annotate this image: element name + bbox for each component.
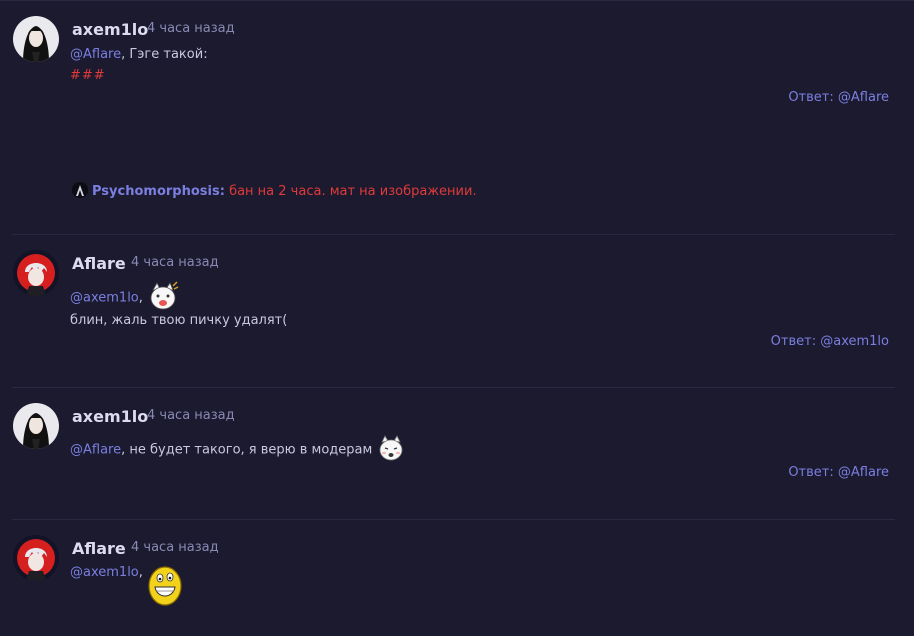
timestamp: 4 часа назад (131, 255, 219, 270)
comment-body: , Гэге такой: (121, 47, 208, 62)
comment-text: @Aflare, не будет такого, я верю в модер… (70, 433, 406, 467)
comment-text: @axem1lo, (70, 280, 179, 316)
smiley-sticker (147, 565, 183, 611)
comment-body: , (138, 565, 143, 580)
user-avatar-axem1lo[interactable] (13, 403, 59, 449)
moderator-avatar[interactable] (72, 182, 88, 198)
cat-sticker (147, 280, 179, 316)
reply-link[interactable]: Ответ: @Aflare (788, 465, 889, 480)
timestamp: 4 часа назад (147, 21, 235, 36)
censored-text: ### (70, 68, 106, 83)
mention-link[interactable]: @Aflare (70, 47, 121, 62)
moderation-reason: бан на 2 часа. мат на изображении. (229, 184, 477, 199)
comment-divider (12, 234, 895, 235)
comment-body: , (138, 290, 143, 306)
user-avatar-axem1lo[interactable] (13, 16, 59, 62)
comment-body: , не будет такого, я верю в модерам (121, 442, 373, 458)
reply-mention[interactable]: @Aflare (838, 90, 889, 105)
reply-link[interactable]: Ответ: @axem1lo (771, 334, 889, 349)
reply-mention[interactable]: @axem1lo (820, 334, 889, 349)
timestamp: 4 часа назад (147, 408, 235, 423)
reply-prefix: Ответ: (770, 334, 817, 349)
reply-prefix: Ответ: (788, 465, 834, 480)
moderator-name[interactable]: Psychomorphosis: (92, 184, 225, 199)
username[interactable]: axem1lo (72, 20, 148, 39)
top-divider (0, 0, 914, 1)
mention-link[interactable]: @axem1lo (70, 565, 139, 580)
user-avatar-aflare[interactable] (13, 535, 59, 581)
username[interactable]: Aflare (72, 254, 126, 273)
comment-text: @Aflare, Гэге такой: (70, 47, 208, 62)
reply-mention[interactable]: @Aflare (838, 465, 889, 480)
mention-link[interactable]: @Aflare (70, 443, 121, 458)
user-avatar-aflare[interactable] (13, 250, 59, 296)
moderation-note: Psychomorphosis: бан на 2 часа. мат на и… (72, 182, 477, 199)
reply-link[interactable]: Ответ: @Aflare (788, 90, 889, 105)
comment-divider (12, 519, 895, 520)
cat-sticker (376, 433, 406, 467)
reply-prefix: Ответ: (788, 90, 834, 105)
username[interactable]: axem1lo (72, 407, 148, 426)
comment-divider (12, 387, 895, 388)
comment-text: @axem1lo, (70, 565, 183, 611)
mention-link[interactable]: @axem1lo (70, 291, 139, 306)
username[interactable]: Aflare (72, 539, 126, 558)
comment-second-line: блин, жаль твою пичку удалят( (70, 313, 288, 328)
timestamp: 4 часа назад (131, 540, 219, 555)
